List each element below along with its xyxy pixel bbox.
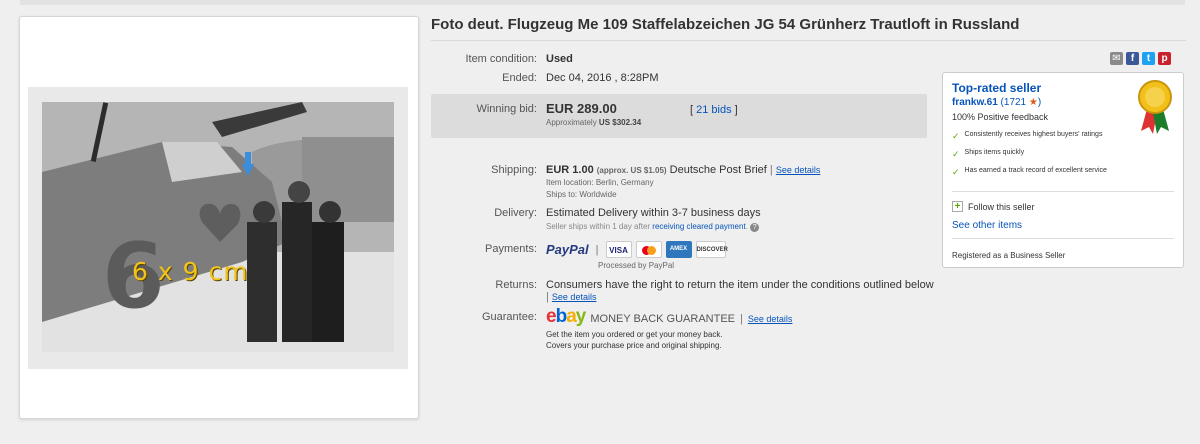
shipping-service: Deutsche Post Brief	[669, 164, 767, 176]
seller-points: ✓ Consistently receives highest buyers' …	[952, 131, 1142, 178]
delivery-estimate: Estimated Delivery within 3-7 business d…	[546, 207, 761, 219]
seller-point: ✓ Has earned a track record of excellent…	[952, 167, 1142, 178]
title-divider	[431, 40, 1186, 41]
feedback-star-icon: ★	[1028, 97, 1038, 108]
returns-see-details[interactable]: See details	[552, 292, 597, 302]
paypal-logo: PayPal	[546, 242, 589, 257]
seller-score-close: )	[1037, 97, 1042, 108]
photo-frame: 6 6 x 9 cm	[28, 87, 408, 369]
ended-value: Dec 04, 2016 , 8:28PM	[546, 72, 659, 84]
item-photo[interactable]: 6 6 x 9 cm	[42, 102, 394, 352]
top-divider	[20, 0, 1185, 5]
shipping-cost: EUR 1.00	[546, 164, 594, 176]
item-title: Foto deut. Flugzeug Me 109 Staffelabzeic…	[431, 16, 1020, 33]
bids-link[interactable]: 21 bids	[696, 104, 731, 116]
see-other-items-link[interactable]: See other items	[952, 220, 1022, 231]
item-location-value: Berlin, Germany	[595, 178, 654, 187]
guarantee-line: ebay MONEY BACK GUARANTEE | See details	[546, 306, 793, 327]
pinterest-icon[interactable]: p	[1158, 52, 1171, 65]
amex-icon: AMEX	[665, 241, 692, 258]
shipping-line: EUR 1.00 (approx. US $1.05) Deutsche Pos…	[546, 164, 821, 176]
seller-divider	[952, 191, 1174, 192]
money-back-guarantee-title: MONEY BACK GUARANTEE	[590, 313, 736, 325]
top-rated-badge-icon	[1137, 79, 1173, 135]
check-icon: ✓	[952, 167, 960, 177]
seller-point: ✓ Consistently receives highest buyers' …	[952, 131, 1142, 142]
business-seller-note: Registered as a Business Seller	[952, 251, 1066, 260]
facebook-icon[interactable]: f	[1126, 52, 1139, 65]
shipping-approx: (approx. US $1.05)	[596, 166, 667, 175]
winning-bid-box	[431, 94, 927, 138]
follow-seller-row[interactable]: + Follow this seller	[952, 201, 1035, 212]
mastercard-icon	[635, 241, 662, 258]
approx-value: US $302.34	[598, 118, 642, 127]
aircraft-photo-illustration: 6	[42, 102, 394, 352]
seller-point-text: Has earned a track record of excellent s…	[964, 167, 1107, 174]
ebay-logo: ebay	[546, 306, 586, 327]
delivery-note-prefix: Seller ships within 1 day after	[546, 222, 651, 231]
winning-bid-amount: EUR 289.00	[546, 101, 617, 116]
seller-name-row: frankw.61 (1721 ★)	[952, 97, 1041, 108]
approx-price: Approximately US $302.34	[546, 118, 641, 127]
shipping-label: Shipping:	[491, 164, 537, 176]
guarantee-label: Guarantee:	[481, 311, 537, 323]
winning-bid-label: Winning bid:	[476, 103, 537, 115]
discover-icon: DISCOVER	[695, 241, 728, 258]
payment-methods: PayPal | VISA AMEX DISCOVER	[546, 241, 728, 258]
returns-label: Returns:	[495, 279, 537, 291]
seller-info-box: Top-rated seller frankw.61 (1721 ★) 100%…	[942, 72, 1184, 268]
seller-score[interactable]: (1721	[1001, 97, 1027, 108]
seller-point: ✓ Ships items quickly	[952, 149, 1142, 160]
delivery-note-suffix: .	[745, 222, 748, 231]
returns-see-details-row: | See details	[546, 291, 597, 303]
seller-divider-2	[952, 238, 1174, 239]
shipping-see-details[interactable]: See details	[776, 165, 821, 175]
cleared-payment-link[interactable]: receiving cleared payment	[652, 222, 745, 231]
ships-to-label: Ships to:	[546, 190, 578, 199]
email-icon[interactable]: ✉	[1110, 52, 1123, 65]
ships-to: Ships to: Worldwide	[546, 190, 617, 199]
seller-point-text: Ships items quickly	[964, 149, 1025, 156]
condition-label: Item condition:	[465, 53, 537, 65]
guarantee-line-2: Covers your purchase price and original …	[546, 341, 722, 350]
visa-icon: VISA	[605, 241, 632, 258]
photo-size-caption: 6 x 9 cm	[132, 257, 249, 286]
item-location-label: Item location:	[546, 178, 594, 187]
help-icon[interactable]: ?	[750, 223, 760, 232]
check-icon: ✓	[952, 149, 960, 159]
ships-to-value: Worldwide	[579, 190, 617, 199]
bids-count: [ 21 bids ]	[690, 104, 738, 116]
condition-value: Used	[546, 53, 573, 65]
positive-feedback: 100% Positive feedback	[952, 112, 1049, 122]
plus-icon: +	[952, 201, 963, 212]
payments-label: Payments:	[485, 243, 537, 255]
seller-name-link[interactable]: frankw.61	[952, 97, 998, 108]
check-icon: ✓	[952, 131, 960, 141]
share-icons: ✉ f t p	[1110, 52, 1171, 65]
approx-label: Approximately	[546, 118, 597, 127]
follow-seller-link[interactable]: Follow this seller	[968, 202, 1035, 212]
twitter-icon[interactable]: t	[1142, 52, 1155, 65]
image-panel[interactable]: 6 6 x 9 cm	[19, 16, 419, 419]
returns-text: Consumers have the right to return the i…	[546, 279, 934, 291]
ended-label: Ended:	[502, 72, 537, 84]
delivery-label: Delivery:	[494, 207, 537, 219]
guarantee-see-details[interactable]: See details	[748, 314, 793, 324]
seller-point-text: Consistently receives highest buyers' ra…	[964, 131, 1103, 138]
processed-by-paypal: Processed by PayPal	[598, 261, 675, 270]
delivery-note: Seller ships within 1 day after receivin…	[546, 222, 760, 232]
guarantee-line-1: Get the item you ordered or get your mon…	[546, 330, 723, 339]
top-rated-seller-heading: Top-rated seller	[952, 81, 1042, 95]
item-location: Item location: Berlin, Germany	[546, 178, 654, 187]
